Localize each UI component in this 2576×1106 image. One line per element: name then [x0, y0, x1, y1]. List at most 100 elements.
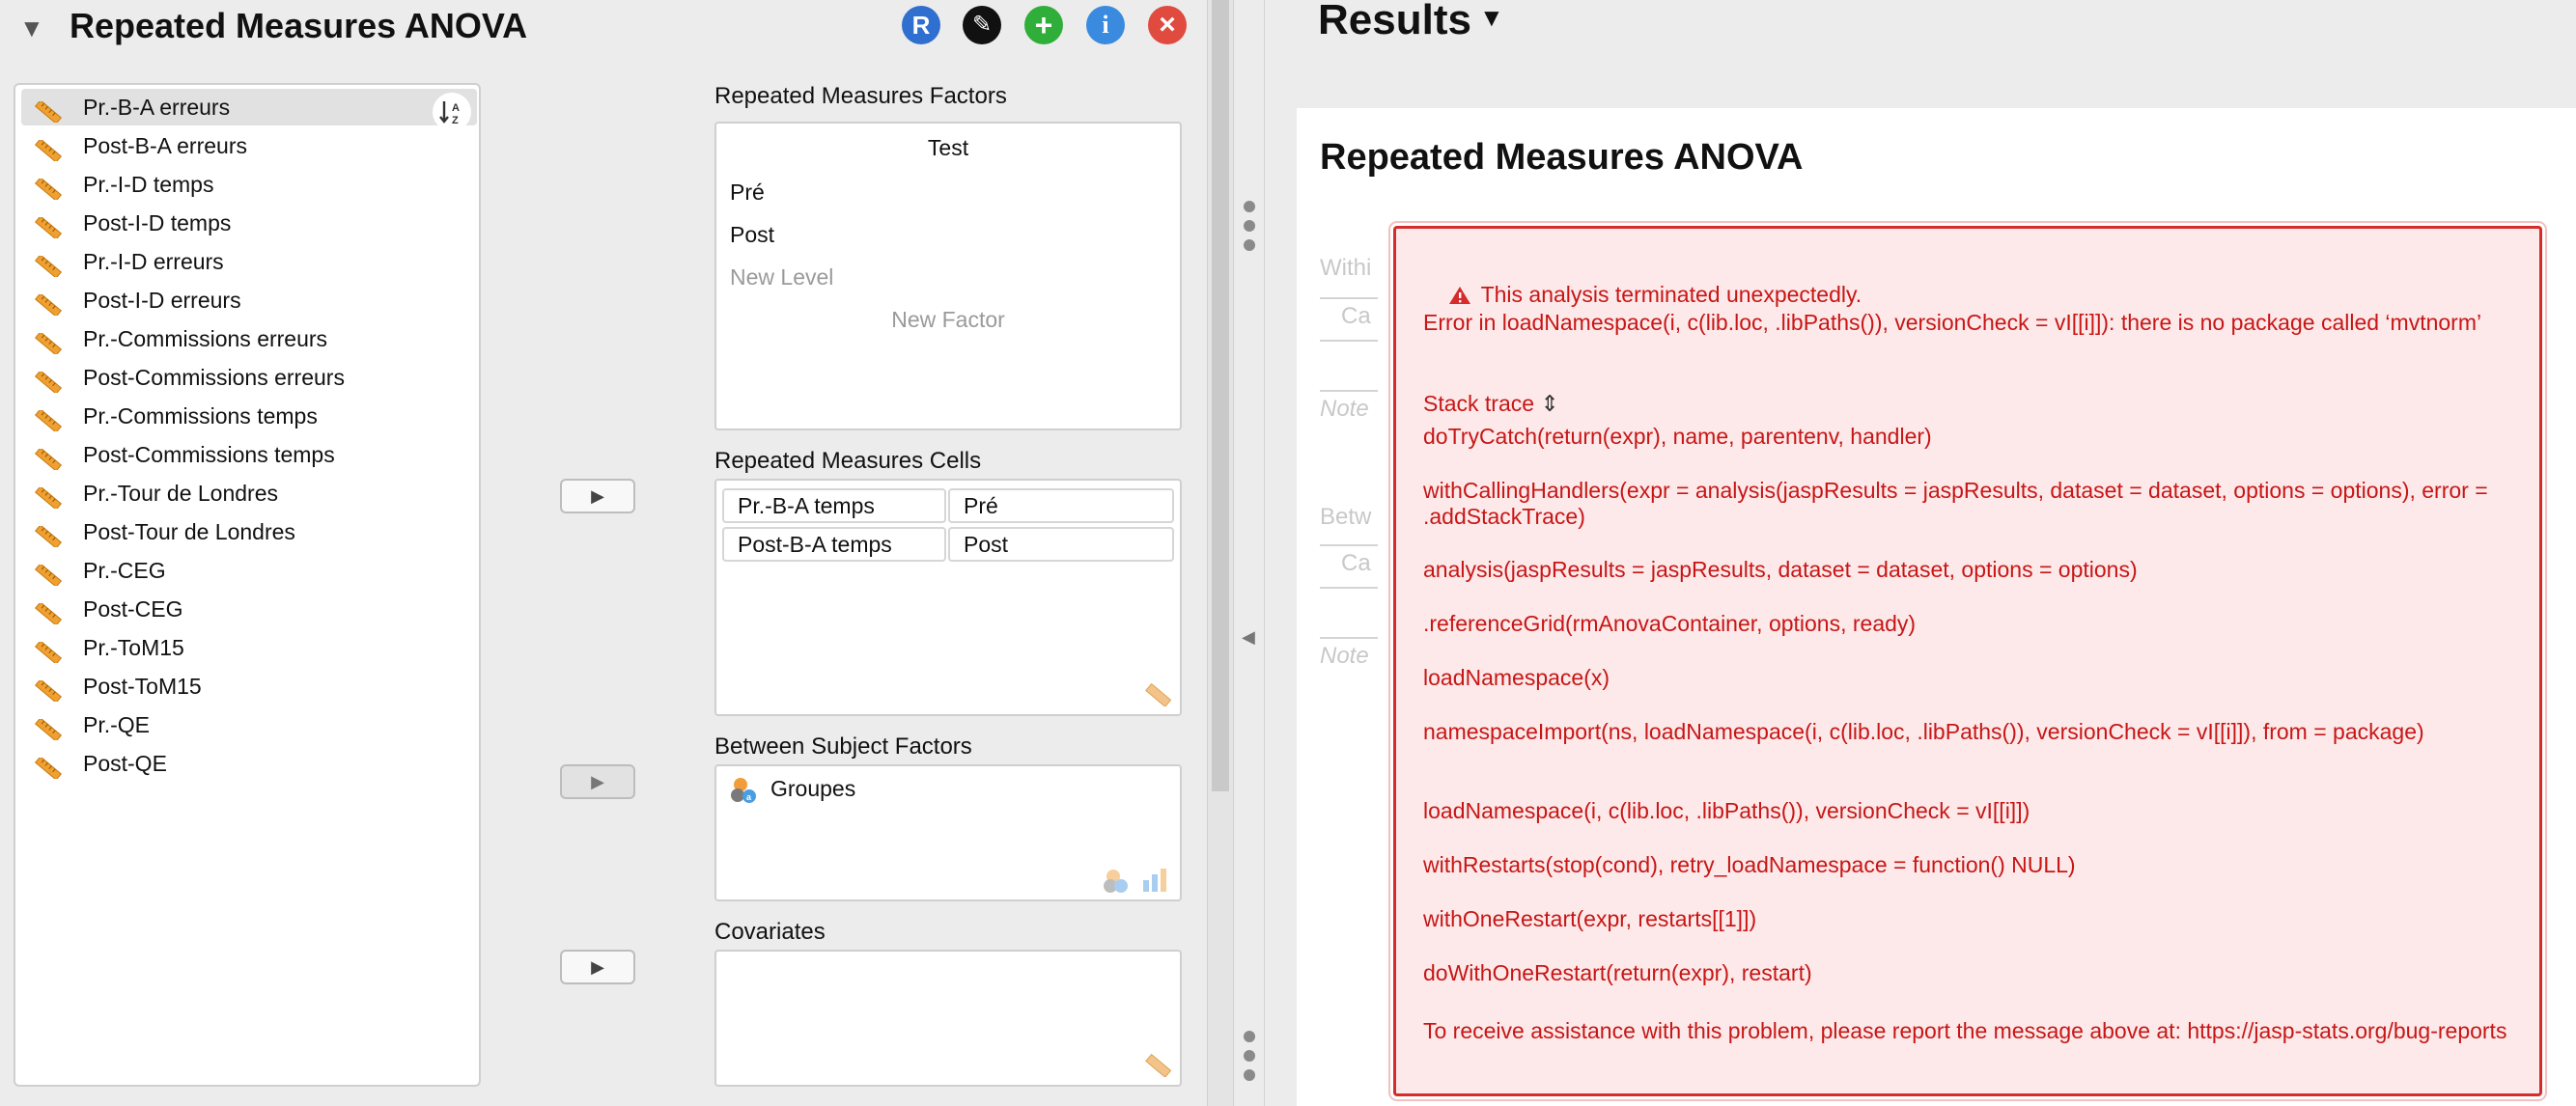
assign-covariate-button[interactable]: ▶: [560, 950, 635, 984]
ruler-icon: [34, 444, 63, 472]
variable-item[interactable]: Post-Commissions temps: [21, 436, 477, 473]
variable-label: Pr.-CEG: [83, 558, 166, 583]
close-analysis-button[interactable]: ×: [1148, 6, 1187, 44]
collapse-triangle-icon[interactable]: ▼: [19, 14, 44, 43]
stack-trace-line: withRestarts(stop(cond), retry_loadNames…: [1423, 852, 2076, 877]
ghost-note-label: Note: [1320, 396, 1369, 422]
rm-factors-title: Repeated Measures Factors: [714, 83, 1007, 109]
factor-level-pre[interactable]: Pré: [730, 180, 765, 206]
variable-item[interactable]: Post-CEG: [21, 591, 477, 627]
scroll-thumb[interactable]: [1212, 0, 1229, 791]
new-factor-field[interactable]: New Factor: [716, 307, 1180, 333]
variable-label: Post-B-A erreurs: [83, 133, 247, 158]
variable-label: Post-I-D temps: [83, 210, 232, 235]
info-button[interactable]: i: [1086, 6, 1125, 44]
ruler-icon: [34, 135, 63, 163]
variable-item[interactable]: Post-Tour de Londres: [21, 513, 477, 550]
variable-item[interactable]: Post-I-D temps: [21, 205, 477, 241]
analysis-title: Repeated Measures ANOVA: [70, 6, 528, 45]
variable-label: Pr.-Commissions temps: [83, 403, 318, 429]
variable-item[interactable]: Pr.-Commissions temps: [21, 398, 477, 434]
variable-item[interactable]: Pr.-B-A erreurs: [21, 89, 477, 125]
stack-trace-line: .referenceGrid(rmAnovaContainer, options…: [1423, 611, 1917, 636]
ruler-icon: [34, 97, 63, 124]
analysis-header: ▼ Repeated Measures ANOVA R ✎ + i ×: [0, 0, 1207, 58]
variable-item[interactable]: Pr.-ToM15: [21, 629, 477, 666]
duplicate-analysis-button[interactable]: +: [1024, 6, 1063, 44]
ghost-table-line: [1320, 297, 1378, 299]
ruler-icon: [34, 251, 63, 279]
variable-item[interactable]: Post-QE: [21, 745, 477, 782]
between-factor-item[interactable]: Groupes: [770, 776, 855, 802]
variable-label: Post-CEG: [83, 596, 183, 622]
variable-item[interactable]: Post-Commissions erreurs: [21, 359, 477, 396]
ghost-within-label: Withi: [1320, 255, 1372, 281]
results-header: Results: [1318, 0, 1471, 43]
edit-title-button[interactable]: ✎: [963, 6, 1001, 44]
rm-cell-variable[interactable]: Pr.-B-A temps: [722, 488, 946, 523]
factor-name[interactable]: Test: [716, 135, 1180, 161]
variable-label: Post-Tour de Londres: [83, 519, 295, 544]
chevron-down-icon[interactable]: ▼: [1479, 3, 1504, 32]
collapse-left-icon[interactable]: ◀: [1242, 627, 1255, 648]
r-syntax-button[interactable]: R: [902, 6, 940, 44]
stack-trace-line: withOneRestart(expr, restarts[[1]]): [1423, 906, 1757, 931]
ruler-icon: [34, 367, 63, 395]
ruler-icon: [34, 637, 63, 665]
stack-trace-header[interactable]: Stack trace ⇕: [1423, 391, 2516, 417]
stack-trace-line: loadNamespace(i, c(lib.loc, .libPaths())…: [1423, 798, 2030, 823]
variable-label: Pr.-Tour de Londres: [83, 481, 279, 506]
variable-item[interactable]: Pr.-Commissions erreurs: [21, 320, 477, 357]
variable-label: Pr.-B-A erreurs: [83, 95, 231, 120]
ghost-table-line: [1320, 390, 1378, 392]
ruler-icon: [34, 598, 63, 626]
assign-between-factor-button[interactable]: ▶: [560, 764, 635, 799]
error-message-box: This analysis terminated unexpectedly. E…: [1388, 221, 2547, 1101]
scale-ruler-icon: [1145, 1054, 1172, 1077]
variable-item[interactable]: Pr.-QE: [21, 706, 477, 743]
variable-label: Post-QE: [83, 751, 167, 776]
assign-rm-cells-button[interactable]: ▶: [560, 479, 635, 513]
variable-label: Pr.-QE: [83, 712, 151, 737]
new-level-field[interactable]: New Level: [730, 264, 833, 290]
rm-factors-box[interactable]: Test Pré Post New Level New Factor: [714, 122, 1182, 430]
ghost-table-line: [1320, 637, 1378, 639]
ruler-icon: [34, 753, 63, 781]
variable-item[interactable]: Pr.-I-D temps: [21, 166, 477, 203]
variable-label: Post-I-D erreurs: [83, 288, 241, 313]
stack-trace-line: doWithOneRestart(return(expr), restart): [1423, 960, 1812, 985]
allowed-types-icon: [1104, 869, 1166, 893]
results-analysis-title: Repeated Measures ANOVA: [1320, 137, 1804, 178]
ruler-icon: [34, 676, 63, 704]
sort-variables-icon[interactable]: A Z: [433, 93, 471, 131]
variable-item[interactable]: Pr.-CEG: [21, 552, 477, 589]
variable-list[interactable]: Pr.-B-A erreurs Post-B-A erreurs Pr.-I-D t…: [14, 83, 481, 1087]
warning-triangle-icon: [1448, 287, 1470, 304]
variable-item[interactable]: Pr.-I-D erreurs: [21, 243, 477, 280]
panel-splitter[interactable]: ◀: [1234, 0, 1265, 1106]
error-message: Error in loadNamespace(i, c(lib.loc, .li…: [1423, 310, 2482, 335]
variable-item[interactable]: Post-B-A erreurs: [21, 127, 477, 164]
variable-item[interactable]: Pr.-Tour de Londres: [21, 475, 477, 512]
ghost-between-label: Betw: [1320, 504, 1372, 530]
ruler-icon: [34, 290, 63, 318]
rm-cell-variable[interactable]: Post-B-A temps: [722, 527, 946, 562]
between-factors-box[interactable]: a Groupes: [714, 764, 1182, 901]
ruler-icon: [34, 560, 63, 588]
variable-item[interactable]: Post-ToM15: [21, 668, 477, 705]
results-menu[interactable]: Results ▼: [1318, 0, 1504, 44]
rm-cells-box[interactable]: Pr.-B-A temps Pré Post-B-A temps Post: [714, 479, 1182, 716]
stack-trace-line: withCallingHandlers(expr = analysis(jasp…: [1423, 478, 2495, 529]
ruler-icon: [34, 174, 63, 202]
covariates-box[interactable]: [714, 950, 1182, 1087]
ghost-table-line: [1320, 587, 1378, 589]
variable-label: Pr.-ToM15: [83, 635, 184, 660]
expand-toggle-icon[interactable]: ⇕: [1540, 391, 1558, 416]
factor-level-post[interactable]: Post: [730, 222, 774, 248]
error-heading-text: This analysis terminated unexpectedly.: [1480, 282, 1862, 307]
variable-item[interactable]: Post-I-D erreurs: [21, 282, 477, 318]
stack-trace-label: Stack trace: [1423, 391, 1535, 416]
ruler-icon: [34, 714, 63, 742]
analysis-scrollbar[interactable]: [1207, 0, 1234, 1106]
ghost-table-line: [1320, 544, 1378, 546]
